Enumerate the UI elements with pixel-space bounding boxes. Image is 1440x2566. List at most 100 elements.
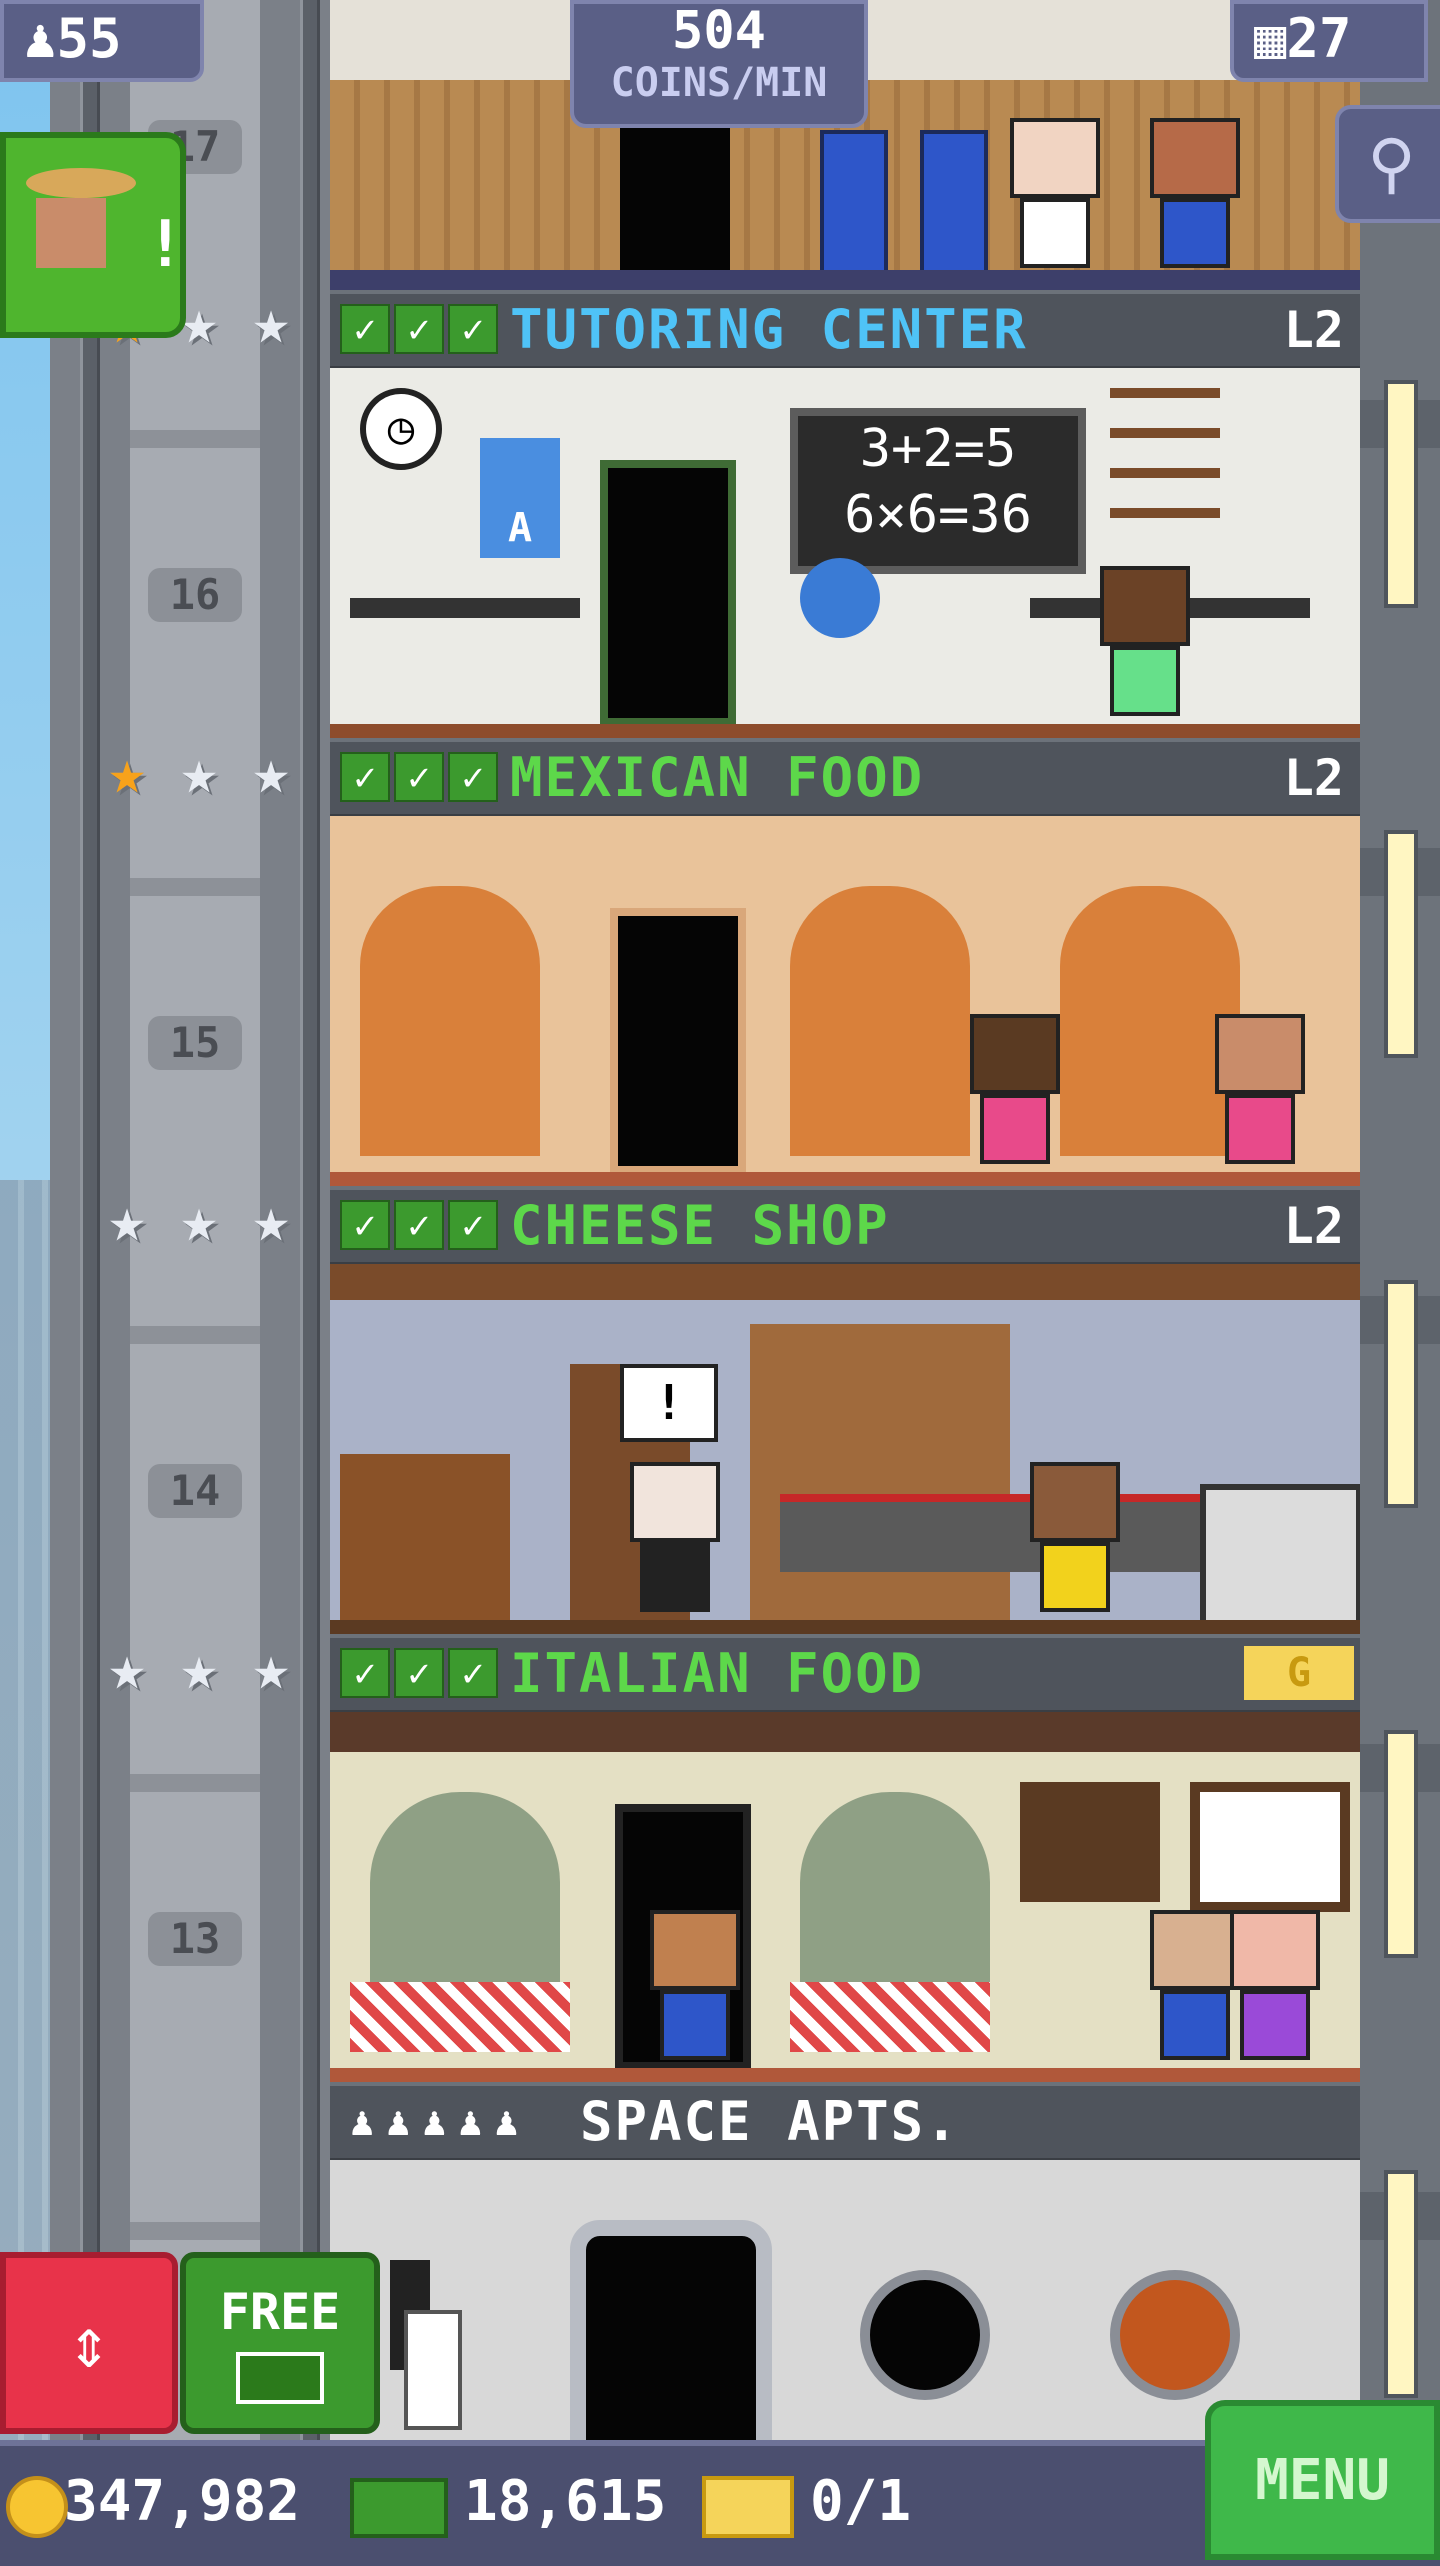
check-icon: ✓	[340, 1648, 390, 1698]
floor-banner: ✓ ✓ ✓ TUTORING CENTER L2	[330, 290, 1360, 372]
floor-level: L2	[1283, 301, 1344, 359]
population-counter[interactable]: ♟55	[0, 0, 204, 82]
floor-room[interactable]	[330, 2160, 1360, 2440]
floor-13-stars: ★ ★ ★	[95, 1636, 310, 1706]
visitor-avatar	[36, 198, 106, 268]
floor-space-apts[interactable]: ♟ ♟ ♟ ♟ ♟ SPACE APTS.	[330, 2082, 1360, 2440]
floor-16-tutoring-center[interactable]: ✓ ✓ ✓ TUTORING CENTER L2 ◷ A 3+2=5 6×6=3…	[330, 290, 1360, 738]
star-icon: ★	[108, 1183, 146, 1256]
floor-level: L2	[1283, 1197, 1344, 1255]
star-icon: ★	[108, 735, 146, 808]
search-icon[interactable]: ⚲	[1335, 105, 1440, 223]
checkered-table	[790, 1982, 990, 2052]
bitizen[interactable]	[1030, 1462, 1120, 1622]
floor-line	[330, 724, 1360, 738]
free-label: FREE	[219, 2283, 341, 2341]
visitor-notification[interactable]: !	[0, 132, 186, 338]
income-value: 504	[672, 1, 766, 61]
check-icon: ✓	[448, 1200, 498, 1250]
floor-room[interactable]	[330, 1712, 1360, 2082]
cheese-shelf	[340, 1454, 510, 1624]
bitizen[interactable]	[1215, 1014, 1305, 1174]
floor-name: ITALIAN FOOD	[510, 1642, 925, 1705]
income-counter[interactable]: 504 COINS/MIN	[570, 0, 868, 128]
arch	[790, 886, 970, 1156]
desk	[350, 598, 580, 618]
check-icon: ✓	[448, 304, 498, 354]
tower-window	[1384, 1280, 1418, 1508]
floor-banner: ♟ ♟ ♟ ♟ ♟ SPACE APTS.	[330, 2082, 1360, 2164]
alert-icon: !	[146, 208, 185, 282]
gold-badge-letter: G	[1286, 1650, 1312, 1696]
floor-number-14: 14	[148, 1464, 242, 1518]
floor-level: L2	[1283, 749, 1344, 807]
poster-letter: A	[507, 505, 533, 551]
floor-15-stars: ★ ★ ★	[95, 740, 310, 810]
bitizen[interactable]	[650, 1910, 740, 2070]
menu-button[interactable]: MENU	[1205, 2400, 1440, 2560]
gold-badge[interactable]: G	[1244, 1646, 1354, 1700]
free-bux-button[interactable]: FREE	[180, 2252, 380, 2434]
display-case	[1200, 1484, 1360, 1634]
bux-icon	[350, 2478, 448, 2538]
star-icon: ★	[252, 735, 290, 808]
tower-window	[1384, 2170, 1418, 2398]
floor-room[interactable]: !	[330, 1264, 1360, 1634]
check-icon: ✓	[340, 304, 390, 354]
floors-value: 27	[1286, 7, 1352, 70]
floor-17-floor	[330, 270, 1360, 290]
bitizen[interactable]	[630, 1462, 720, 1622]
income-unit: COINS/MIN	[610, 60, 828, 106]
elevator-call-panel	[404, 2310, 462, 2430]
chalkboard-line: 6×6=36	[844, 485, 1032, 545]
coins-value: 347,982	[64, 2469, 301, 2534]
speech-bubble-text: !	[654, 1375, 684, 1431]
food-thought-bubble[interactable]	[1190, 1782, 1350, 1912]
floor-name: TUTORING CENTER	[510, 298, 1028, 361]
floor-checks: ✓ ✓ ✓	[340, 1648, 498, 1698]
resident-icon: ♟	[350, 2099, 375, 2145]
floor-15-mexican-food[interactable]: ✓ ✓ ✓ MEXICAN FOOD L2	[330, 738, 1360, 1186]
floors-counter[interactable]: ▦27	[1230, 0, 1428, 82]
speech-bubble[interactable]: !	[620, 1364, 718, 1442]
floor-number-15: 15	[148, 1016, 242, 1070]
floor-room[interactable]: ◷ A 3+2=5 6×6=36	[330, 368, 1360, 738]
tickets-value: 0/1	[810, 2469, 912, 2534]
bitizen[interactable]	[1150, 1910, 1240, 2070]
star-icon: ★	[252, 1183, 290, 1256]
elevator-arrows-icon[interactable]: ⇕	[0, 2252, 178, 2434]
bookshelf	[1110, 388, 1220, 548]
floor-door[interactable]	[570, 2220, 772, 2440]
check-icon: ✓	[448, 1648, 498, 1698]
star-icon: ★	[108, 1631, 146, 1704]
sombrero-icon	[26, 168, 136, 198]
residents-indicator: ♟ ♟ ♟ ♟ ♟	[350, 2094, 518, 2150]
floor-13-italian-food[interactable]: ✓ ✓ ✓ ITALIAN FOOD G	[330, 1634, 1360, 2082]
resident-icon: ♟	[386, 2099, 411, 2145]
floor-name: MEXICAN FOOD	[510, 746, 925, 809]
bux-value: 18,615	[464, 2469, 667, 2534]
floor-line	[330, 1172, 1360, 1186]
tower-window	[1384, 1730, 1418, 1958]
floor-banner: ✓ ✓ ✓ CHEESE SHOP L2	[330, 1186, 1360, 1268]
check-icon: ✓	[340, 1200, 390, 1250]
floor-room[interactable]	[330, 816, 1360, 1186]
floor-checks: ✓ ✓ ✓	[340, 752, 498, 802]
coin-icon	[6, 2476, 68, 2538]
bitizen[interactable]	[1100, 566, 1190, 726]
menu-label: MENU	[1255, 2448, 1390, 2513]
bitizen[interactable]	[1150, 118, 1240, 278]
bux-icon	[236, 2352, 324, 2404]
resident-icon: ♟	[494, 2099, 519, 2145]
floor-door[interactable]	[610, 908, 746, 1174]
person-icon: ♟	[24, 7, 57, 70]
wine-rack	[1020, 1782, 1160, 1902]
floor-line	[330, 2068, 1360, 2082]
bitizen[interactable]	[1010, 118, 1100, 278]
floor-door[interactable]	[600, 460, 736, 726]
star-icon: ★	[180, 735, 218, 808]
bitizen[interactable]	[1230, 1910, 1320, 2070]
shop-counter	[780, 1494, 1200, 1572]
bitizen[interactable]	[970, 1014, 1060, 1174]
floor-14-cheese-shop[interactable]: ✓ ✓ ✓ CHEESE SHOP L2 !	[330, 1186, 1360, 1634]
